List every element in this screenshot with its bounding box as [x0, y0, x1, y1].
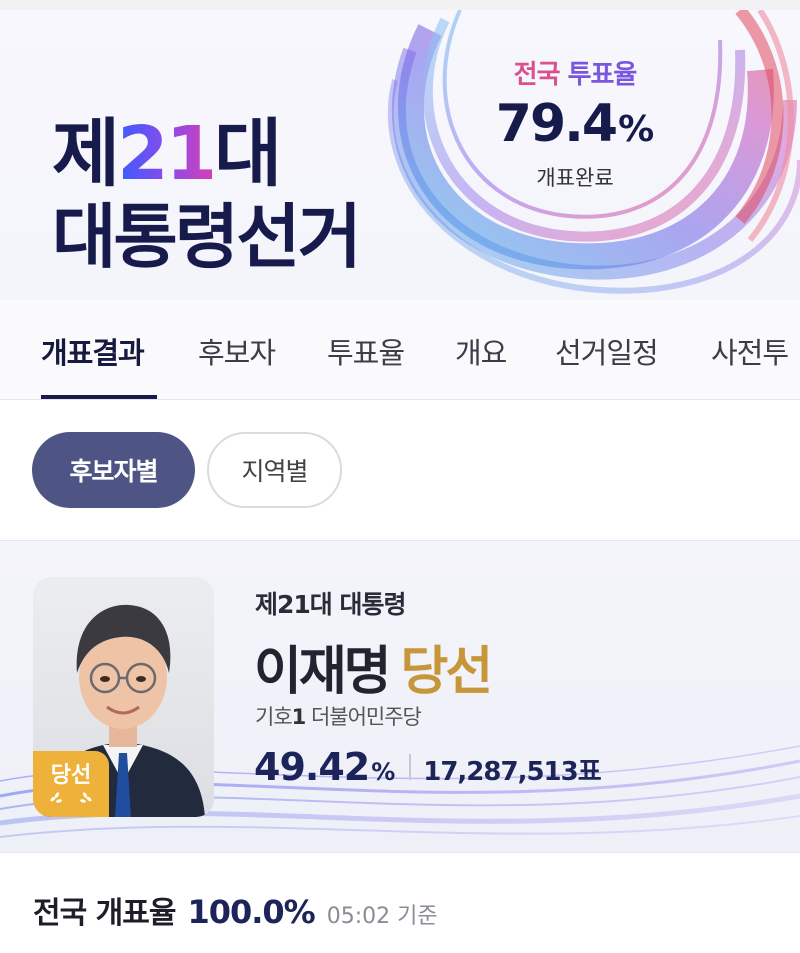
filter-by-candidate-button[interactable]: 후보자별	[32, 432, 195, 508]
tab-candidates[interactable]: 후보자	[198, 330, 276, 372]
turnout-number: 79.4	[495, 94, 618, 154]
candidate-number: 1	[291, 705, 307, 729]
winner-party-line: 기호1 더불어민주당	[255, 701, 422, 731]
tab-early-voting[interactable]: 사전투	[711, 330, 789, 372]
laurel-icon	[50, 792, 92, 803]
election-title-line1: 제21대	[52, 111, 282, 197]
turnout-value: 79.4%	[450, 94, 700, 154]
turnout-label: 전국 투표율	[450, 54, 700, 91]
tab-turnout[interactable]: 투표율	[327, 330, 405, 372]
winner-name-line: 이재명 당선	[254, 629, 494, 704]
elected-badge-label: 당선	[50, 763, 92, 788]
title-ordinal-suffix: 대	[214, 111, 282, 197]
filter-by-region-button[interactable]: 지역별	[207, 432, 342, 508]
winner-name: 이재명	[254, 642, 392, 702]
turnout-unit: %	[618, 109, 655, 150]
tab-results[interactable]: 개표결과	[41, 330, 145, 372]
candidate-party: 더불어민주당	[310, 705, 422, 729]
title-ordinal-prefix: 제	[52, 111, 120, 197]
count-label: 전국 개표율	[33, 896, 176, 931]
winner-result: 당선	[400, 642, 494, 702]
tab-overview[interactable]: 개요	[455, 330, 507, 372]
elected-badge: 당선	[33, 751, 109, 817]
count-timestamp: 05:02 기준	[326, 904, 438, 929]
vote-percent: 49.42	[254, 745, 370, 789]
national-count-line: 전국 개표율 100.0% 05:02 기준	[33, 888, 438, 932]
count-value: 100.0%	[187, 893, 315, 931]
filter-bar: 후보자별 지역별	[0, 400, 800, 540]
active-tab-indicator	[41, 395, 157, 399]
turnout-status: 개표완료	[536, 166, 614, 190]
election-banner: 제21대 대통령선거 전국 투표율 79.4% 개표완료	[0, 10, 800, 300]
top-status-strip	[0, 0, 800, 10]
stats-divider	[409, 754, 412, 780]
turnout-label-turnout: 투표율	[567, 60, 638, 90]
winner-stats: 49.42% 17,287,513표	[254, 745, 602, 789]
winner-card[interactable]: 당선 제21대 대통령 이재명 당선 기호1 더불어민주당 49.42% 17,2…	[0, 540, 800, 853]
vote-count: 17,287,513표	[423, 757, 601, 787]
winner-office: 제21대 대통령	[255, 590, 406, 619]
tab-schedule[interactable]: 선거일정	[555, 330, 659, 372]
vote-percent-unit: %	[371, 758, 396, 786]
candidate-number-label: 기호	[255, 705, 293, 729]
tab-bar: 개표결과 후보자 투표율 개요 선거일정 사전투	[0, 300, 800, 400]
election-title-line2: 대통령선거	[52, 196, 362, 278]
title-ordinal-number: 21	[117, 111, 217, 197]
turnout-label-national: 전국	[513, 60, 561, 90]
